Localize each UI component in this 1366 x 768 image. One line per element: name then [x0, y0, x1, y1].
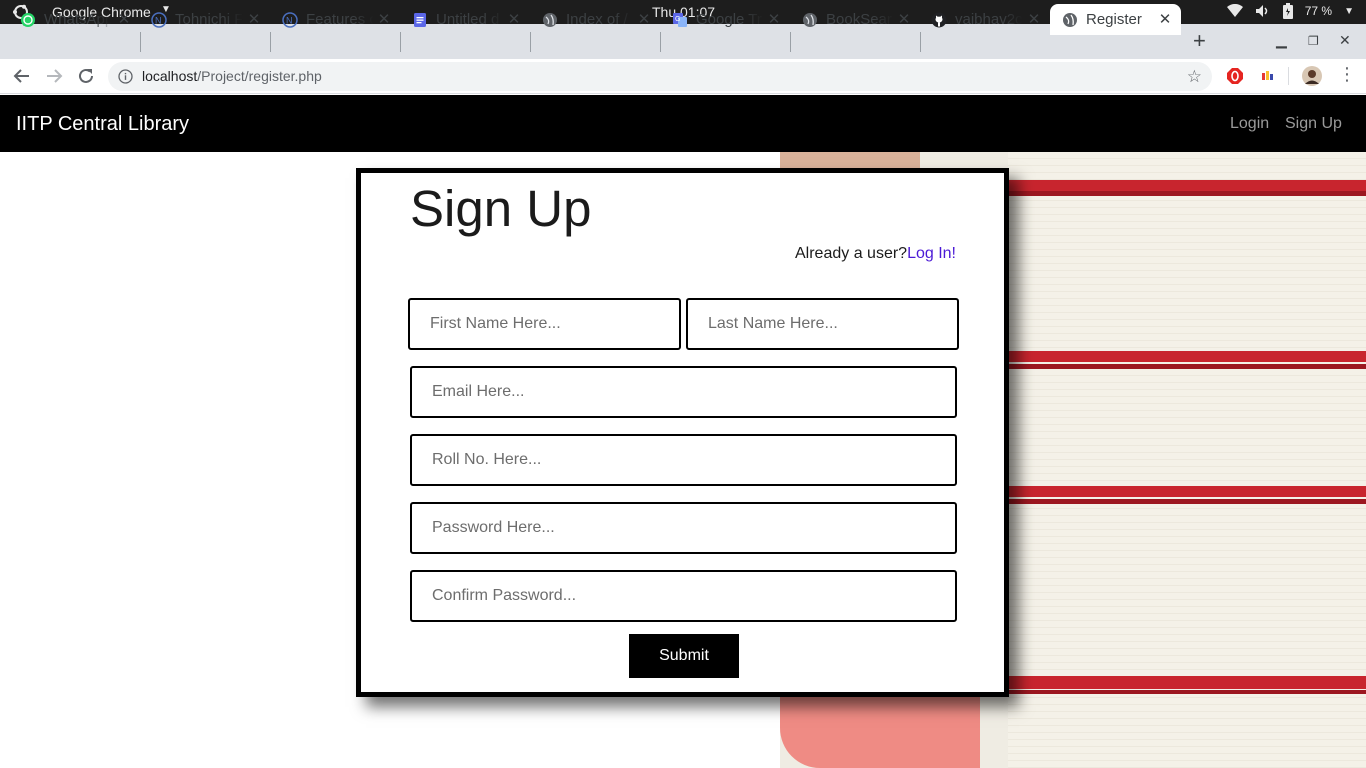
tab-close-icon[interactable]: ✕ — [116, 10, 132, 28]
restore-icon[interactable]: ❐ — [1308, 34, 1319, 48]
globe-icon — [1063, 12, 1077, 27]
tab-close-icon[interactable]: ✕ — [766, 10, 782, 28]
roll-number-input[interactable] — [410, 434, 957, 486]
url-text: localhost/Project/register.php — [142, 68, 322, 84]
site-brand[interactable]: IITP Central Library — [16, 113, 189, 136]
site-navbar: IITP Central Library Login Sign Up — [0, 95, 1366, 152]
tab-separator — [920, 32, 921, 52]
already-user-label: Already a user? — [795, 245, 908, 262]
tab-google-translate[interactable]: G Google Tr ✕ — [672, 4, 782, 35]
password-input[interactable] — [410, 502, 957, 554]
forward-icon[interactable] — [44, 66, 64, 86]
tab-close-icon[interactable]: ✕ — [1026, 10, 1042, 28]
tab-features[interactable]: N Features c ✕ — [282, 4, 392, 35]
globe-icon — [803, 12, 817, 27]
chrome-menu-icon[interactable]: ⋮ — [1338, 65, 1356, 83]
tab-label: Google Tr — [696, 11, 762, 28]
tab-tohnichi[interactable]: N Tohnichi F ✕ — [151, 4, 262, 35]
tab-separator — [660, 32, 661, 52]
profile-avatar[interactable] — [1302, 66, 1322, 86]
tab-register-active[interactable]: Register ✕ — [1050, 4, 1181, 35]
address-bar[interactable]: localhost/Project/register.php ☆ — [108, 62, 1212, 91]
docs-icon — [414, 12, 426, 27]
tab-separator — [530, 32, 531, 52]
tab-separator — [790, 32, 791, 52]
url-path: /Project/register.php — [197, 68, 322, 84]
colorful-extension-icon[interactable] — [1259, 67, 1277, 85]
tab-whatsapp[interactable]: WhatsApp ✕ — [20, 4, 132, 35]
system-tray[interactable]: 77 % ▼ — [1226, 3, 1354, 19]
tab-label: WhatsApp — [44, 11, 112, 28]
tab-untitled-doc[interactable]: Untitled d ✕ — [412, 4, 522, 35]
tab-label: BookSear — [826, 11, 892, 28]
new-tab-icon[interactable]: + — [1193, 28, 1206, 54]
tab-label: Features c — [306, 11, 374, 28]
confirm-password-input[interactable] — [410, 570, 957, 622]
tab-github[interactable]: vaibhav2c ✕ — [931, 4, 1042, 35]
tab-index-of[interactable]: Index of / ✕ — [542, 4, 652, 35]
tab-close-icon[interactable]: ✕ — [636, 10, 652, 28]
toolbar-divider — [1288, 67, 1289, 85]
already-user-text: Already a user?Log In! — [795, 245, 956, 263]
tab-label: Untitled d — [436, 11, 500, 28]
browser-toolbar: localhost/Project/register.php ☆ ⋮ — [0, 59, 1366, 94]
minimize-icon[interactable]: ▁ — [1276, 32, 1287, 49]
tohnichi-icon: N — [151, 11, 167, 28]
tohnichi-icon: N — [282, 11, 298, 28]
nav-login-link[interactable]: Login — [1230, 115, 1269, 133]
tab-label: vaibhav2c — [955, 11, 1023, 28]
tab-booksearch[interactable]: BookSear ✕ — [802, 4, 912, 35]
web-page: IITP Central Library Login Sign Up Sign … — [0, 95, 1366, 768]
tab-label: Tohnichi F — [175, 11, 243, 28]
bookmark-star-icon[interactable]: ☆ — [1187, 67, 1202, 87]
back-icon[interactable] — [12, 66, 32, 86]
last-name-input[interactable] — [686, 298, 959, 350]
system-menu-caret-icon: ▼ — [1344, 5, 1354, 17]
email-input[interactable] — [410, 366, 957, 418]
globe-icon — [543, 12, 557, 27]
login-link[interactable]: Log In! — [907, 245, 956, 262]
url-host: localhost — [142, 68, 198, 84]
tab-label: Index of / — [566, 11, 628, 28]
form-title: Sign Up — [410, 180, 592, 237]
info-icon[interactable] — [118, 69, 133, 84]
adblock-extension-icon[interactable] — [1226, 67, 1244, 85]
reload-icon[interactable] — [76, 66, 96, 86]
whatsapp-icon — [21, 12, 35, 27]
window-close-icon[interactable]: ✕ — [1339, 32, 1351, 49]
svg-text:N: N — [286, 15, 293, 25]
tab-label: Register — [1086, 11, 1142, 28]
svg-text:G: G — [675, 16, 680, 23]
tab-close-icon[interactable]: ✕ — [376, 10, 392, 28]
tab-close-icon[interactable]: ✕ — [246, 10, 262, 28]
wifi-icon — [1226, 4, 1243, 17]
tab-separator — [400, 32, 401, 52]
github-icon — [931, 12, 947, 27]
svg-text:N: N — [155, 15, 162, 25]
tab-close-icon[interactable]: ✕ — [896, 10, 912, 28]
tab-close-icon[interactable]: ✕ — [1157, 10, 1173, 28]
nav-signup-link[interactable]: Sign Up — [1285, 115, 1342, 133]
tab-separator — [270, 32, 271, 52]
first-name-input[interactable] — [408, 298, 681, 350]
signup-form-card: Sign Up Already a user?Log In! Submit — [356, 168, 1009, 697]
tab-separator — [140, 32, 141, 52]
battery-icon — [1282, 3, 1293, 19]
translate-icon: G — [673, 12, 687, 27]
tab-close-icon[interactable]: ✕ — [506, 10, 522, 28]
submit-button[interactable]: Submit — [629, 634, 739, 678]
volume-icon — [1255, 5, 1267, 17]
battery-percentage: 77 % — [1304, 4, 1333, 18]
